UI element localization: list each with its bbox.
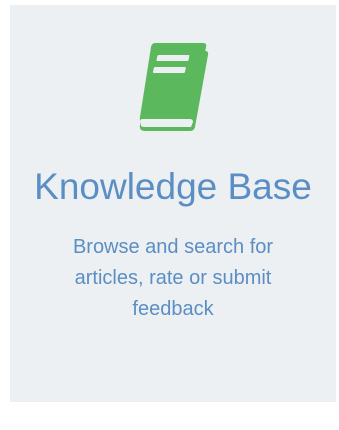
card-description: Browse and search for articles, rate or … bbox=[72, 236, 274, 320]
card-title: Knowledge Base bbox=[34, 166, 312, 207]
book-icon bbox=[139, 43, 209, 131]
knowledge-base-card[interactable]: Knowledge Base Browse and search for art… bbox=[10, 5, 336, 402]
